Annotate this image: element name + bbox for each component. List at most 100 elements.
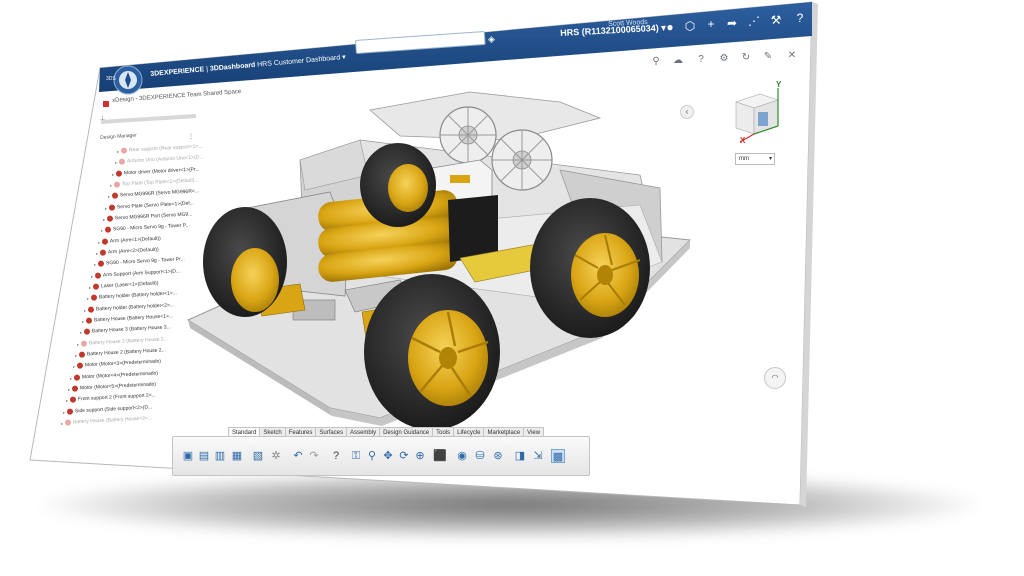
expand-arrow-icon[interactable]: ▸	[96, 250, 98, 255]
save-icon[interactable]: ▥	[213, 449, 227, 463]
avatar[interactable]: ●	[662, 19, 678, 35]
expand-arrow-icon[interactable]: ▸	[105, 205, 107, 210]
save-as-icon[interactable]: ▦	[230, 449, 244, 463]
help-circle-icon[interactable]: ?	[695, 54, 707, 66]
redo-icon[interactable]: ↷	[307, 449, 321, 463]
part-icon	[90, 294, 97, 302]
part-icon	[78, 351, 86, 358]
expand-arrow-icon[interactable]: ▸	[82, 318, 84, 323]
refresh-icon[interactable]: ↻	[740, 52, 752, 64]
units-value: mm	[739, 156, 749, 162]
expand-arrow-icon[interactable]: ▸	[103, 216, 105, 221]
dashboard-caret-icon[interactable]: ▾	[340, 54, 346, 61]
add-icon[interactable]: +	[703, 16, 719, 32]
action-bar: ▣ ▤ ▥ ▦ ▧ ✲ ↶ ↷ ? ⚿ ⚲ ✥ ⟳ ⊕ ⬛ ◉ ⛁ ⊛ ◨ ⇲ …	[172, 436, 590, 476]
globe-icon[interactable]: ⊛	[491, 449, 505, 463]
units-select[interactable]: mm ▾	[735, 153, 775, 165]
compass-logo[interactable]	[113, 65, 143, 95]
part-icon	[74, 374, 81, 381]
battery-holder	[448, 195, 498, 262]
close-icon[interactable]: ✕	[786, 50, 798, 62]
expand-arrow-icon[interactable]: ▸	[101, 228, 103, 233]
open-icon[interactable]: ▤	[197, 449, 211, 463]
tree-filter-icon[interactable]: ⊥	[100, 115, 105, 122]
expand-arrow-icon[interactable]: ▸	[94, 262, 96, 267]
tree-menu-icon[interactable]: ⋮	[188, 134, 194, 140]
tag-icon[interactable]: ◈	[488, 34, 498, 44]
collapse-panel-button[interactable]: ‹	[680, 105, 694, 119]
expand-arrow-icon[interactable]: ▸	[84, 307, 86, 312]
expand-arrow-icon[interactable]: ▸	[63, 409, 65, 414]
part-icon	[71, 385, 79, 392]
part-icon	[102, 238, 109, 245]
expand-arrow-icon[interactable]: ▸	[91, 273, 93, 278]
database-icon[interactable]: ⛁	[473, 449, 487, 463]
tag-action-icon[interactable]: ⬡	[682, 18, 698, 34]
pan-icon[interactable]: ✥	[381, 449, 395, 463]
part-icon	[120, 147, 128, 154]
part-icon	[92, 283, 100, 290]
part-icon	[106, 215, 114, 222]
view-cube[interactable]: Y X	[726, 80, 786, 145]
help-icon[interactable]: ?	[329, 449, 343, 463]
view-cube-icon[interactable]: ⬛	[433, 449, 447, 463]
robot-compass-button[interactable]: ◠	[764, 367, 786, 389]
part-icon	[69, 396, 76, 404]
expand-arrow-icon[interactable]: ▸	[87, 296, 89, 301]
expand-arrow-icon[interactable]: ▸	[115, 160, 117, 165]
rotate-icon[interactable]: ⟳	[397, 449, 411, 463]
part-icon	[99, 249, 107, 256]
network-icon[interactable]: ⋰	[746, 13, 762, 29]
part-icon	[67, 408, 74, 415]
expand-arrow-icon[interactable]: ▸	[80, 330, 82, 335]
part-icon	[116, 170, 123, 177]
expand-arrow-icon[interactable]: ▸	[73, 364, 75, 369]
lock-icon[interactable]: ⚿	[349, 449, 363, 463]
widget-toolbar: ⚲ ☁ ? ⚙ ↻ ✎ ✕	[648, 50, 803, 72]
help-icon[interactable]: ?	[792, 10, 808, 26]
new-part-icon[interactable]: ▣	[181, 449, 195, 463]
top-actions: ● ⬡ + ➦ ⋰ ⚒ ?	[660, 8, 820, 35]
axis-x-label: X	[740, 136, 746, 145]
zoom-area-icon[interactable]: ⊕	[413, 449, 427, 463]
expand-arrow-icon[interactable]: ▸	[61, 420, 63, 425]
settings-icon[interactable]: ✲	[269, 449, 283, 463]
part-icon	[64, 419, 72, 426]
search-icon[interactable]: ⚲	[650, 56, 662, 68]
expand-arrow-icon[interactable]: ▸	[117, 148, 119, 153]
expand-arrow-icon[interactable]: ▸	[112, 171, 114, 176]
expand-arrow-icon[interactable]: ▸	[108, 194, 110, 199]
servo-label	[450, 175, 470, 183]
properties-icon[interactable]: ▧	[251, 449, 265, 463]
export-icon[interactable]: ⇲	[531, 449, 545, 463]
part-icon	[76, 362, 83, 370]
section-icon[interactable]: ◨	[513, 449, 527, 463]
expand-arrow-icon[interactable]: ▸	[75, 352, 77, 357]
cloud-icon[interactable]: ☁	[672, 55, 684, 67]
axis-y-label: Y	[776, 80, 782, 89]
undo-icon[interactable]: ↶	[291, 449, 305, 463]
expand-arrow-icon[interactable]: ▸	[77, 341, 79, 346]
wheel-rear-right	[530, 198, 650, 338]
expand-arrow-icon[interactable]: ▸	[89, 284, 91, 289]
part-icon	[83, 328, 90, 336]
expand-arrow-icon[interactable]: ▸	[110, 182, 112, 187]
render-mode-icon[interactable]: ▩	[551, 449, 565, 463]
zoom-icon[interactable]: ⚲	[365, 449, 379, 463]
expand-arrow-icon[interactable]: ▸	[66, 398, 68, 403]
view-cube-svg	[735, 88, 779, 143]
part-icon	[88, 306, 95, 313]
pin-icon[interactable]: ✎	[762, 51, 774, 63]
expand-arrow-icon[interactable]: ▸	[70, 375, 72, 380]
gear-icon[interactable]: ⚙	[718, 53, 730, 65]
gear-right	[491, 129, 553, 191]
screen-frame: 3DS ⊥ ⋮	[0, 0, 1024, 576]
wheel-front-left	[203, 207, 287, 317]
share-icon[interactable]: ➦	[724, 15, 740, 31]
expand-arrow-icon[interactable]: ▸	[68, 386, 70, 391]
expand-arrow-icon[interactable]: ▸	[98, 239, 100, 244]
part-icon	[97, 260, 104, 268]
tools-icon[interactable]: ⚒	[768, 12, 784, 28]
screen-svg: 3DS ⊥ ⋮	[29, 1, 818, 507]
visibility-icon[interactable]: ◉	[455, 449, 469, 463]
